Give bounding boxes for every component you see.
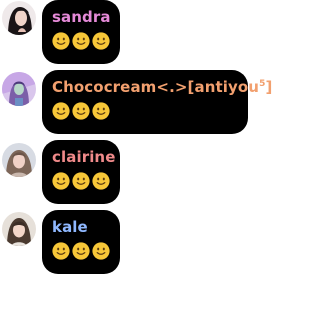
slightly-smiling-face-icon: [72, 102, 90, 120]
avatar-image: [2, 1, 36, 35]
avatar-image: [2, 72, 36, 106]
slightly-smiling-face-icon: [72, 32, 90, 50]
message-bubble: Chococream<.>[antiyou5]: [42, 70, 272, 134]
username-text: Chococream<.>[antiyou: [52, 78, 260, 96]
username[interactable]: sandra: [52, 7, 110, 27]
emoji-row: [52, 172, 110, 190]
message-bubble: sandra: [42, 0, 120, 64]
username-suffix: ]: [265, 78, 273, 96]
slightly-smiling-face-icon: [92, 242, 110, 260]
slightly-smiling-face-icon: [92, 102, 110, 120]
slightly-smiling-face-icon: [52, 242, 70, 260]
avatar-image: [2, 143, 36, 177]
username[interactable]: Chococream<.>[antiyou5]: [52, 77, 272, 97]
slightly-smiling-face-icon: [52, 172, 70, 190]
slightly-smiling-face-icon: [72, 242, 90, 260]
slightly-smiling-face-icon: [92, 172, 110, 190]
message-bubble: clairine: [42, 140, 120, 204]
emoji-row: [52, 242, 110, 260]
emoji-row: [52, 102, 238, 120]
avatar[interactable]: [2, 1, 36, 35]
emoji-row: [52, 32, 110, 50]
avatar-image: [2, 212, 36, 246]
message-bubble: kale: [42, 210, 120, 274]
slightly-smiling-face-icon: [52, 102, 70, 120]
username[interactable]: clairine: [52, 147, 115, 167]
avatar[interactable]: [2, 143, 36, 177]
avatar[interactable]: [2, 212, 36, 246]
avatar[interactable]: [2, 72, 36, 106]
slightly-smiling-face-icon: [92, 32, 110, 50]
username[interactable]: kale: [52, 217, 110, 237]
slightly-smiling-face-icon: [52, 32, 70, 50]
slightly-smiling-face-icon: [72, 172, 90, 190]
